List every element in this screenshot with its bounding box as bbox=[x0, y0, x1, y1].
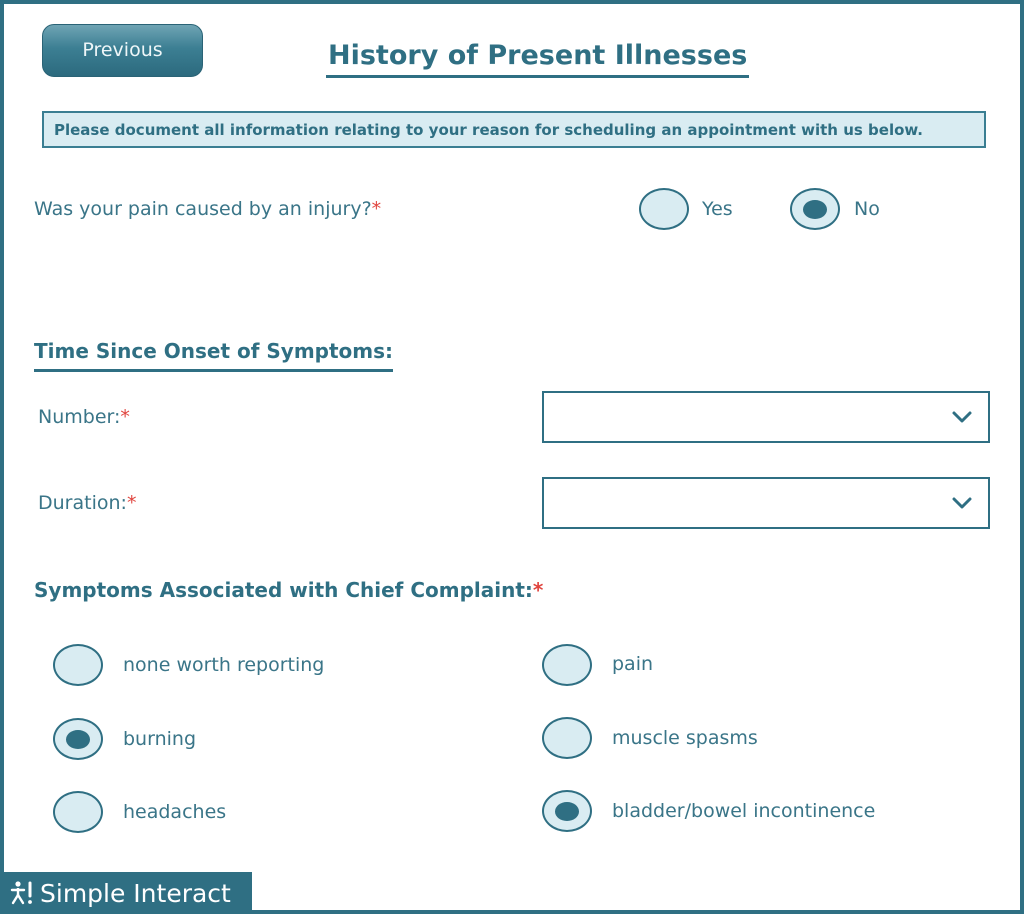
symptom-muscle-spasms-radio[interactable] bbox=[542, 717, 592, 759]
required-asterisk: * bbox=[126, 492, 137, 514]
instructions-banner: Please document all information relating… bbox=[42, 111, 986, 148]
symptom-none-radio[interactable] bbox=[53, 644, 103, 686]
symptoms-section-title: Symptoms Associated with Chief Complaint… bbox=[34, 578, 543, 608]
duration-label-text: Duration: bbox=[38, 492, 127, 514]
required-asterisk: * bbox=[532, 578, 544, 602]
symptom-incontinence-label: bladder/bowel incontinence bbox=[612, 800, 876, 822]
page-title: History of Present Illnesses bbox=[326, 40, 750, 78]
symptom-headaches-radio[interactable] bbox=[53, 791, 103, 833]
injury-yes-label: Yes bbox=[702, 198, 733, 220]
symptom-muscle-spasms-label: muscle spasms bbox=[612, 727, 758, 749]
required-asterisk: * bbox=[120, 406, 130, 428]
number-label-text: Number: bbox=[38, 406, 121, 428]
radio-selected-dot bbox=[66, 729, 90, 749]
symptoms-section-text: Symptoms Associated with Chief Complaint… bbox=[34, 578, 533, 602]
number-select[interactable] bbox=[542, 391, 990, 443]
chevron-down-icon bbox=[952, 497, 972, 509]
symptom-burning-label: burning bbox=[123, 728, 197, 750]
chevron-down-icon bbox=[952, 411, 972, 423]
duration-select[interactable] bbox=[542, 477, 990, 529]
duration-label: Duration:* bbox=[38, 492, 136, 514]
injury-yes-radio[interactable] bbox=[639, 188, 689, 230]
radio-selected-dot bbox=[803, 199, 827, 219]
symptom-pain-radio[interactable] bbox=[542, 644, 592, 686]
injury-question-text: Was your pain caused by an injury? bbox=[34, 198, 372, 220]
onset-section-title: Time Since Onset of Symptoms: bbox=[34, 339, 394, 372]
number-label: Number:* bbox=[38, 406, 130, 428]
symptom-none-label: none worth reporting bbox=[123, 654, 325, 676]
brand-name: Simple Interact bbox=[40, 878, 231, 908]
symptom-incontinence-radio[interactable] bbox=[542, 790, 592, 832]
radio-selected-dot bbox=[555, 801, 579, 821]
required-asterisk: * bbox=[371, 198, 382, 220]
injury-no-label: No bbox=[854, 198, 880, 220]
injury-question-label: Was your pain caused by an injury?* bbox=[34, 198, 381, 220]
brand-badge: Simple Interact bbox=[0, 872, 252, 914]
person-exclamation-icon bbox=[10, 881, 32, 905]
injury-no-radio[interactable] bbox=[790, 188, 840, 230]
symptom-burning-radio[interactable] bbox=[53, 718, 103, 760]
symptom-pain-label: pain bbox=[612, 653, 654, 675]
symptom-headaches-label: headaches bbox=[123, 801, 227, 823]
previous-button[interactable]: Previous bbox=[42, 24, 203, 77]
